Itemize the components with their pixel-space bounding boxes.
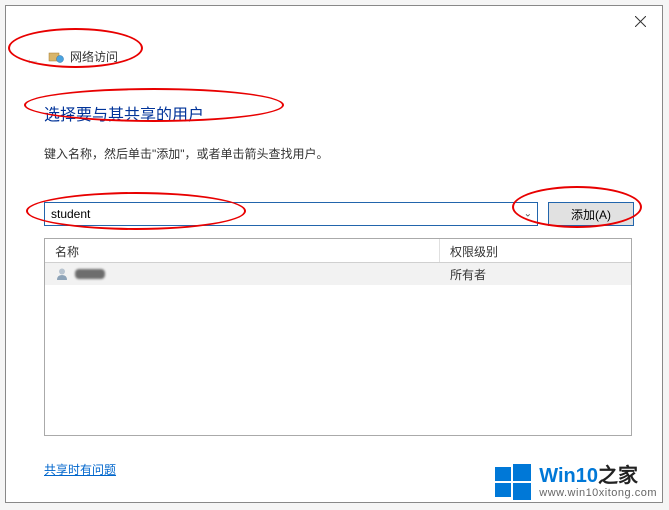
close-icon (635, 16, 646, 27)
table-header: 名称 权限级别 (45, 239, 631, 263)
help-link[interactable]: 共享时有问题 (44, 463, 116, 477)
user-name-input[interactable] (44, 202, 538, 226)
network-access-icon (48, 49, 64, 65)
watermark-brand: Win10之家 (539, 465, 657, 487)
user-name-value (75, 269, 105, 279)
page-heading: 选择要与其共享的用户 (44, 101, 634, 125)
user-icon (55, 267, 69, 281)
watermark-url: www.win10xitong.com (539, 487, 657, 499)
titlebar (6, 6, 662, 36)
watermark: Win10之家 www.win10xitong.com (495, 464, 657, 500)
table-row[interactable]: 所有者 (45, 263, 631, 285)
back-arrow-icon[interactable]: ← (24, 51, 40, 69)
page-subheading: 键入名称，然后单击"添加"，或者单击箭头查找用户。 (44, 145, 634, 162)
add-button[interactable]: 添加(A) (548, 202, 634, 226)
breadcrumb: 网络访问 (48, 48, 118, 65)
users-table: 名称 权限级别 所有者 (44, 238, 632, 436)
windows-logo-icon (495, 464, 531, 500)
share-dialog-window: ← 网络访问 选择要与其共享的用户 键入名称，然后单击"添加"，或者单击箭头查找… (5, 5, 663, 503)
permission-value: 所有者 (440, 264, 631, 285)
column-header-name[interactable]: 名称 (45, 239, 440, 262)
content-area: 选择要与其共享的用户 键入名称，然后单击"添加"，或者单击箭头查找用户。 ⌄ 添… (44, 101, 634, 436)
breadcrumb-label: 网络访问 (70, 48, 118, 65)
add-user-row: ⌄ 添加(A) (44, 202, 634, 226)
close-button[interactable] (618, 6, 662, 36)
column-header-permission[interactable]: 权限级别 (440, 239, 631, 262)
